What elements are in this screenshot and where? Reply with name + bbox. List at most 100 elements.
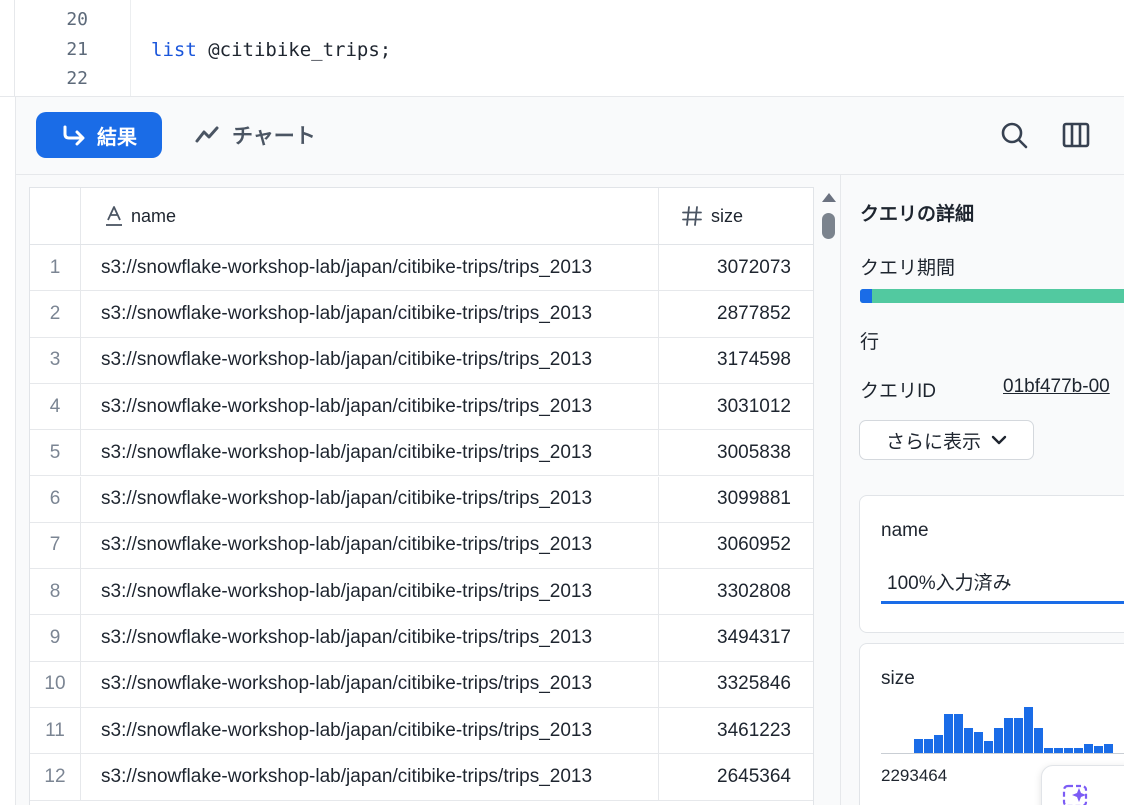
table-row[interactable]: 1 s3://snowflake-workshop-lab/japan/citib… [30,245,813,292]
table-row[interactable]: 4 s3://snowflake-workshop-lab/japan/citib… [30,383,813,431]
search-icon[interactable] [998,119,1030,151]
number-type-icon [682,206,702,226]
cell-name[interactable]: s3://snowflake-workshop-lab/japan/citibi… [81,522,659,569]
column-header-name[interactable]: name [81,188,659,244]
cell-name[interactable]: s3://snowflake-workshop-lab/japan/citibi… [81,615,659,661]
histogram-bar [1004,718,1013,753]
rows-label: 行 [860,332,880,353]
assistant-button[interactable] [1041,765,1124,805]
histogram-bar [1084,744,1093,753]
chart-tab-label: チャート [232,125,316,148]
row-index: 3 [30,337,81,383]
chart-tab-button[interactable]: チャート [194,112,316,158]
code-editor[interactable]: 20 21 list @citibike_trips; 22 [0,0,1124,97]
column-header-label: size [711,205,744,226]
table-row[interactable]: 5 s3://snowflake-workshop-lab/japan/citib… [30,430,813,477]
cell-size[interactable]: 2645364 [659,754,811,799]
table-row[interactable]: 6 s3://snowflake-workshop-lab/japan/citib… [30,476,813,523]
row-index: 4 [30,383,81,430]
table-row[interactable]: 11 s3://snowflake-workshop-lab/japan/citi… [30,708,813,755]
histogram-bar [1064,748,1073,753]
histogram-bar [944,714,953,753]
cell-name[interactable]: s3://snowflake-workshop-lab/japan/citibi… [81,708,659,754]
cell-name[interactable]: s3://snowflake-workshop-lab/japan/citibi… [81,661,659,707]
stat-card-label: name [881,520,929,541]
histogram-bar [1014,718,1023,753]
cell-size[interactable]: 3099881 [659,477,811,522]
cell-size[interactable]: 3060952 [659,523,811,568]
fill-rate-text: 100%入力済み [887,573,1012,594]
code-content: @citibike_trips; [196,39,392,61]
duration-bar-segment [860,289,872,303]
code-text[interactable]: list @citibike_trips; [151,35,391,65]
results-grid-area: name size 1 s3://snowflake-workshop-lab/j… [15,175,840,805]
scroll-thumb[interactable] [822,213,835,239]
query-details-panel: クエリの詳細 クエリ期間 行 クエリID 01bf477b-00 さらに表示 n… [840,175,1124,805]
results-tab-button[interactable]: 結果 [36,112,162,158]
row-index: 11 [30,708,81,754]
line-chart-icon [195,126,219,143]
details-title: クエリの詳細 [860,204,975,225]
line-number: 20 [66,9,88,30]
cell-size[interactable]: 3174598 [659,338,811,383]
text-type-icon [106,206,122,226]
row-index: 1 [30,245,81,291]
table-row[interactable]: 3 s3://snowflake-workshop-lab/japan/citib… [30,337,813,384]
cell-name[interactable]: s3://snowflake-workshop-lab/japan/citibi… [81,291,659,337]
cell-size[interactable]: 3302808 [659,569,811,614]
cell-size[interactable]: 3005838 [659,430,811,475]
histogram-bar [1104,744,1113,753]
cell-size[interactable]: 3031012 [659,384,811,429]
histogram-min-value: 2293464 [881,766,948,785]
row-index: 9 [30,615,81,661]
code-line[interactable]: 20 [0,5,1124,35]
cell-size[interactable]: 3072073 [659,245,811,290]
column-header-size[interactable]: size [659,188,811,244]
sparkle-icon [1062,784,1088,805]
code-line[interactable]: 22 [0,64,1124,94]
scroll-up-arrow-icon[interactable] [822,193,836,202]
table-row[interactable]: 9 s3://snowflake-workshop-lab/japan/citib… [30,615,813,662]
code-line[interactable]: 21 list @citibike_trips; [0,35,1124,65]
cell-name[interactable]: s3://snowflake-workshop-lab/japan/citibi… [81,754,659,800]
row-index: 8 [30,569,81,615]
column-stat-card-name[interactable]: name 100%入力済み [859,495,1124,633]
cell-name[interactable]: s3://snowflake-workshop-lab/japan/citibi… [81,245,659,291]
histogram-bar [1054,748,1063,753]
results-table[interactable]: name size 1 s3://snowflake-workshop-lab/j… [29,187,814,805]
row-index-header [30,188,81,244]
histogram-bar [914,739,923,753]
table-row[interactable]: 12 s3://snowflake-workshop-lab/japan/citi… [30,754,813,801]
table-row[interactable]: 2 s3://snowflake-workshop-lab/japan/citib… [30,291,813,338]
line-number: 21 [66,39,88,60]
table-row[interactable]: 8 s3://snowflake-workshop-lab/japan/citib… [30,569,813,616]
cell-size[interactable]: 3461223 [659,708,811,753]
histogram-bar [1024,707,1033,753]
cell-name[interactable]: s3://snowflake-workshop-lab/japan/citibi… [81,476,659,522]
cell-size[interactable]: 2877852 [659,291,811,336]
cell-name[interactable]: s3://snowflake-workshop-lab/japan/citibi… [81,383,659,430]
histogram-axis [881,753,1124,754]
table-scrollbar[interactable] [817,187,839,805]
table-row[interactable]: 7 s3://snowflake-workshop-lab/japan/citib… [30,522,813,570]
cell-name[interactable]: s3://snowflake-workshop-lab/japan/citibi… [81,337,659,383]
table-header: name size [30,188,813,245]
cell-name[interactable]: s3://snowflake-workshop-lab/japan/citibi… [81,430,659,476]
return-arrow-icon [63,125,85,146]
query-id-label: クエリID [860,381,937,402]
row-index: 12 [30,754,81,800]
query-duration-bar [860,289,1124,303]
cell-size[interactable]: 3494317 [659,615,811,660]
query-duration-label: クエリ期間 [860,258,956,279]
columns-icon[interactable] [1060,119,1092,151]
show-more-button[interactable]: さらに表示 [859,420,1034,460]
cell-name[interactable]: s3://snowflake-workshop-lab/japan/citibi… [81,569,659,615]
histogram-bar [1074,748,1083,753]
histogram-bar [974,732,983,753]
row-index: 5 [30,430,81,476]
show-more-label: さらに表示 [885,431,981,453]
table-row[interactable]: 10 s3://snowflake-workshop-lab/japan/citi… [30,661,813,708]
histogram-bar [964,728,973,753]
query-id-link[interactable]: 01bf477b-00 [1003,376,1110,398]
cell-size[interactable]: 3325846 [659,662,811,707]
